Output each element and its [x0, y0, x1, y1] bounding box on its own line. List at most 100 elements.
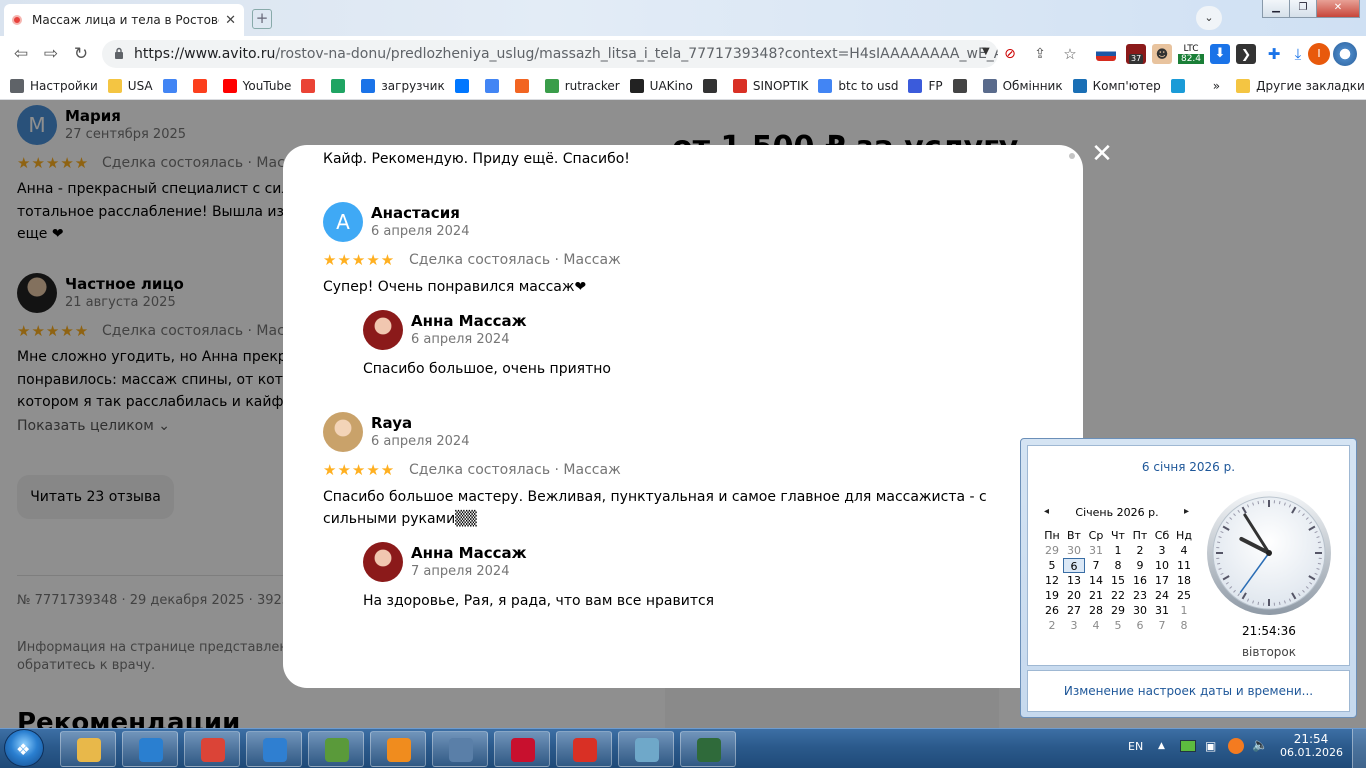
extension-red-icon[interactable]: 37	[1126, 44, 1146, 64]
face-extension-icon[interactable]: ☻	[1152, 44, 1172, 64]
calendar-prev-button[interactable]: ◂	[1044, 506, 1049, 517]
calendar-day[interactable]: 29	[1041, 543, 1063, 558]
calendar-day[interactable]: 10	[1151, 558, 1173, 573]
more-bookmarks-button[interactable]: »	[1213, 79, 1220, 93]
puzzle-extensions-icon[interactable]: ✚	[1264, 44, 1284, 64]
bookmark-item[interactable]	[1170, 78, 1191, 93]
calendar-day[interactable]: 1	[1107, 543, 1129, 558]
downloads-icon[interactable]: ⤓	[1288, 44, 1308, 64]
chrome-update-icon[interactable]	[1333, 42, 1357, 66]
calendar-day[interactable]: 24	[1151, 588, 1173, 603]
taskbar-app-button[interactable]	[494, 731, 550, 767]
calendar-day[interactable]: 15	[1107, 573, 1129, 588]
bookmark-item[interactable]	[514, 78, 535, 93]
modal-close-button[interactable]: ✕	[1090, 141, 1114, 167]
network-tray-icon[interactable]: ▣	[1205, 739, 1216, 753]
reload-button[interactable]: ↻	[70, 44, 92, 64]
calendar-day[interactable]: 3	[1151, 543, 1173, 558]
bookmark-item[interactable]	[454, 78, 475, 93]
bookmark-item[interactable]	[952, 78, 973, 93]
calendar-day[interactable]: 5	[1107, 618, 1129, 633]
bookmark-star-icon[interactable]: ☆	[1060, 44, 1080, 64]
close-window-button[interactable]: ✕	[1316, 0, 1360, 18]
calendar-next-button[interactable]: ▸	[1184, 506, 1189, 517]
calendar-day[interactable]: 20	[1063, 588, 1085, 603]
minimize-button[interactable]: ▁	[1262, 0, 1290, 18]
calendar-day[interactable]: 9	[1129, 558, 1151, 573]
bookmark-item[interactable]: Настройки	[10, 78, 98, 93]
calendar-day[interactable]: 28	[1085, 603, 1107, 618]
calendar-header-date[interactable]: 6 січня 2026 р.	[1027, 460, 1350, 474]
taskbar-app-button[interactable]	[556, 731, 612, 767]
address-bar[interactable]: https://www.avito.ru/rostov-na-donu/pred…	[102, 40, 998, 68]
omnibox-dropdown-icon[interactable]: ▼	[982, 46, 990, 57]
maximize-button[interactable]: ❐	[1289, 0, 1317, 18]
calendar-day[interactable]: 29	[1107, 603, 1129, 618]
language-indicator[interactable]: EN	[1128, 740, 1143, 753]
battery-tray-icon[interactable]	[1180, 740, 1196, 752]
new-tab-button[interactable]: +	[252, 9, 272, 29]
profile-avatar[interactable]: I	[1308, 43, 1330, 65]
bookmark-item[interactable]: SINOPTIK	[732, 78, 808, 93]
calendar-day[interactable]: 21	[1085, 588, 1107, 603]
modal-scrollbar[interactable]	[1069, 153, 1075, 159]
bookmark-item[interactable]: rutracker	[544, 78, 620, 93]
calendar-day[interactable]: 23	[1129, 588, 1151, 603]
bookmark-item[interactable]: UAKino	[629, 78, 693, 93]
calendar-day[interactable]: 25	[1173, 588, 1195, 603]
bookmark-item[interactable]	[192, 78, 213, 93]
back-button[interactable]: ⇦	[10, 44, 32, 64]
calendar-day[interactable]: 3	[1063, 618, 1085, 633]
calendar-day[interactable]: 26	[1041, 603, 1063, 618]
calendar-day[interactable]: 7	[1151, 618, 1173, 633]
calendar-day[interactable]: 5	[1041, 558, 1063, 573]
calendar-day[interactable]: 12	[1041, 573, 1063, 588]
taskbar-app-button[interactable]	[246, 731, 302, 767]
date-time-settings-link[interactable]: Изменение настроек даты и времени...	[1027, 684, 1350, 698]
calendar-day[interactable]: 19	[1041, 588, 1063, 603]
forward-button[interactable]: ⇨	[40, 44, 62, 64]
calendar-day[interactable]: 4	[1085, 618, 1107, 633]
taskbar-app-button[interactable]	[618, 731, 674, 767]
calendar-day[interactable]: 30	[1129, 603, 1151, 618]
bookmark-item[interactable]: Обмінник	[982, 78, 1063, 93]
calendar-day[interactable]: 2	[1041, 618, 1063, 633]
show-desktop-button[interactable]	[1352, 729, 1366, 768]
calendar-day[interactable]: 8	[1107, 558, 1129, 573]
site-blocked-icon[interactable]: ⊘	[1000, 44, 1020, 64]
volume-tray-icon[interactable]: 🔈	[1252, 738, 1268, 753]
calendar-day[interactable]: 1	[1173, 603, 1195, 618]
bookmark-item[interactable]	[301, 78, 321, 93]
bookmark-item[interactable]: FP	[908, 78, 943, 93]
calendar-day[interactable]: 8	[1173, 618, 1195, 633]
calendar-day[interactable]: 31	[1085, 543, 1107, 558]
bookmark-item[interactable]	[702, 78, 723, 93]
calendar-month-label[interactable]: Січень 2026 р.	[1052, 506, 1182, 519]
taskbar-app-button[interactable]	[184, 731, 240, 767]
terminal-extension-icon[interactable]: ❯	[1236, 44, 1256, 64]
russia-flag-icon[interactable]	[1096, 47, 1116, 61]
ltc-extension-icon[interactable]: LTC 82.4	[1178, 44, 1204, 64]
bookmark-item[interactable]	[162, 78, 183, 93]
tray-expand-icon[interactable]: ▲	[1158, 741, 1165, 751]
other-bookmarks-folder[interactable]: Другие закладки	[1236, 78, 1365, 93]
bookmark-item[interactable]	[484, 78, 505, 93]
calendar-day[interactable]: 18	[1173, 573, 1195, 588]
taskbar-app-button[interactable]	[680, 731, 736, 767]
taskbar-app-button[interactable]	[60, 731, 116, 767]
calendar-day[interactable]: 11	[1173, 558, 1195, 573]
share-icon[interactable]: ⇪	[1030, 44, 1050, 64]
bookmark-item[interactable]: загрузчик	[361, 78, 445, 93]
calendar-day-today[interactable]: 6	[1063, 558, 1085, 573]
bookmark-item[interactable]	[331, 78, 351, 93]
calendar-day[interactable]: 27	[1063, 603, 1085, 618]
bookmark-item[interactable]: Комп'ютер	[1072, 78, 1161, 93]
taskbar-app-button[interactable]	[432, 731, 488, 767]
calendar-day[interactable]: 13	[1063, 573, 1085, 588]
download-extension-icon[interactable]: ⬇	[1210, 44, 1230, 64]
tab-close-icon[interactable]: ✕	[225, 13, 236, 28]
calendar-day[interactable]: 7	[1085, 558, 1107, 573]
taskbar-app-button[interactable]	[308, 731, 364, 767]
calendar-day[interactable]: 22	[1107, 588, 1129, 603]
calendar-day[interactable]: 16	[1129, 573, 1151, 588]
